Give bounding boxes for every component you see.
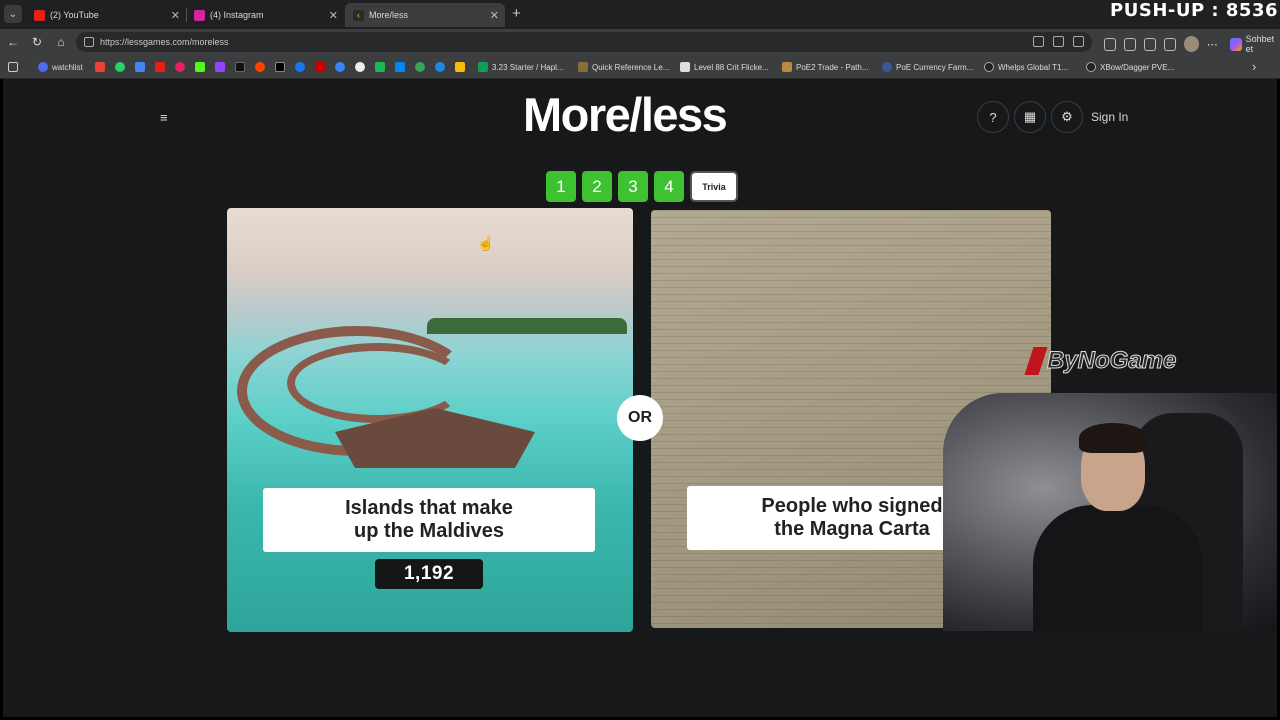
tab-instagram[interactable]: (4) Instagram ✕ [186,3,344,27]
split-view-icon[interactable] [1144,37,1157,51]
home-button[interactable]: ⌂ [52,33,70,51]
tab-title: (4) Instagram [210,10,264,20]
tab-youtube[interactable]: (2) YouTube ✕ [26,3,186,27]
circle-bookmark-icon[interactable] [355,62,365,72]
red-circle-icon[interactable] [175,62,185,72]
translate-bookmark-icon[interactable] [135,62,145,72]
pushup-counter: PUSH-UP : 8536 [1110,0,1278,21]
bookmark-watchlist[interactable]: watchlist [38,60,83,74]
facebook-icon[interactable] [295,62,305,72]
youtube-bookmark-icon[interactable] [155,62,165,72]
reddit-icon[interactable] [255,62,265,72]
close-icon[interactable]: ✕ [171,9,180,22]
page-content: ≡ More/less ? ▦ ⚙ Sign In 1 2 3 4 Trivia… [3,79,1277,717]
instagram-icon [194,9,205,21]
bookmark-level88[interactable]: Level 88 Crit Flicke... [680,60,769,74]
favorites-icon[interactable] [1164,37,1177,51]
omnibox-actions [1033,36,1084,47]
bookmark-starter[interactable]: 3.23 Starter / Hapl... [478,60,564,74]
menu-icon[interactable]: ≡ [160,111,171,124]
more-menu-icon[interactable]: ⋯ [1207,38,1218,51]
gmail-icon[interactable] [95,62,105,72]
level-2-button[interactable]: 2 [582,171,612,202]
kick-icon[interactable] [195,62,205,72]
extension-icon[interactable] [1104,37,1117,51]
netflix-icon[interactable] [315,62,325,72]
help-button[interactable]: ? [977,101,1009,133]
left-card-title: Islands that make up the Maldives [263,488,595,552]
streamer-hair [1079,423,1147,453]
level-selector: 1 2 3 4 Trivia [546,171,738,202]
google-icon[interactable] [455,62,465,72]
spotify-icon[interactable] [375,62,385,72]
green-bookmark-icon[interactable] [415,62,425,72]
profile-avatar[interactable] [1184,36,1199,52]
translate-icon[interactable] [1033,36,1044,47]
site-logo[interactable]: More/less [523,87,728,142]
tiktok-icon[interactable] [235,62,245,72]
tab-title: (2) YouTube [50,10,99,20]
stream-watermark: ByNoGame [1024,347,1177,375]
url-text: https://lessgames.com/moreless [100,37,229,47]
toolbar-actions: ⋯ Sohbet et [1104,34,1280,54]
tab-moreless[interactable]: ‹ More/less ✕ [345,3,505,27]
copilot-label: Sohbet et [1245,34,1275,54]
island-shape [427,318,627,334]
tab-strip: ⌄ (2) YouTube ✕ (4) Instagram ✕ ‹ More/l… [0,0,1280,29]
left-choice-card[interactable]: Islands that make up the Maldives 1,192 [227,208,633,632]
bookmark-xbow[interactable]: XBow/Dagger PVE... [1086,60,1174,74]
bluesky-icon[interactable] [395,62,405,72]
x-icon[interactable] [275,62,285,72]
reading-list-icon[interactable] [8,62,18,72]
copilot-button[interactable]: Sohbet et [1229,34,1280,54]
copilot-icon [1229,37,1242,51]
level-3-button[interactable]: 3 [618,171,648,202]
site-info-icon[interactable] [84,37,94,47]
tab-title: More/less [369,10,409,20]
twitch-icon[interactable] [215,62,225,72]
puzzle-icon[interactable] [1124,37,1137,51]
bookmark-poe2-trade[interactable]: PoE2 Trade - Path... [782,60,868,74]
level-4-button[interactable]: 4 [654,171,684,202]
back-button[interactable]: ← [4,33,22,51]
bookmarks-bar: watchlist 3.23 Starter / Hapl... Quick R… [0,55,1280,79]
close-icon[interactable]: ✕ [329,9,338,22]
sign-in-link[interactable]: Sign In [1091,110,1128,124]
reload-button[interactable]: ↻ [28,33,46,51]
trivia-button[interactable]: Trivia [690,171,738,202]
reading-mode-icon[interactable] [1053,36,1064,47]
play-icon[interactable] [335,62,345,72]
moreless-icon: ‹ [353,9,364,21]
streamer-body [1033,505,1203,631]
tab-search-button[interactable]: ⌄ [4,5,22,23]
left-card-value: 1,192 [375,559,483,589]
bookmark-quick-reference[interactable]: Quick Reference Le... [578,60,669,74]
webcam-overlay [943,393,1277,631]
hand-cursor-icon: ☝ [477,235,495,251]
bookmark-star-icon[interactable] [1073,36,1084,47]
youtube-icon [34,9,45,21]
bookmark-poe-currency[interactable]: PoE Currency Farm... [882,60,973,74]
level-1-button[interactable]: 1 [546,171,576,202]
settings-button[interactable]: ⚙ [1051,101,1083,133]
calendar-icon: ▦ [1023,109,1037,124]
gear-icon: ⚙ [1061,109,1073,124]
or-badge: OR [617,395,663,441]
chevron-right-icon[interactable]: › [1252,59,1256,74]
address-bar[interactable]: https://lessgames.com/moreless [76,32,1092,52]
new-tab-button[interactable]: + [512,5,521,22]
whatsapp-icon[interactable] [115,62,125,72]
bookmark-whelps[interactable]: Whelps Global T1... [984,60,1068,74]
close-icon[interactable]: ✕ [490,9,499,22]
calendar-button[interactable]: ▦ [1014,101,1046,133]
toolbar: ← ↻ ⌂ https://lessgames.com/moreless ⋯ S… [0,29,1280,55]
blue-bookmark-icon[interactable] [435,62,445,72]
